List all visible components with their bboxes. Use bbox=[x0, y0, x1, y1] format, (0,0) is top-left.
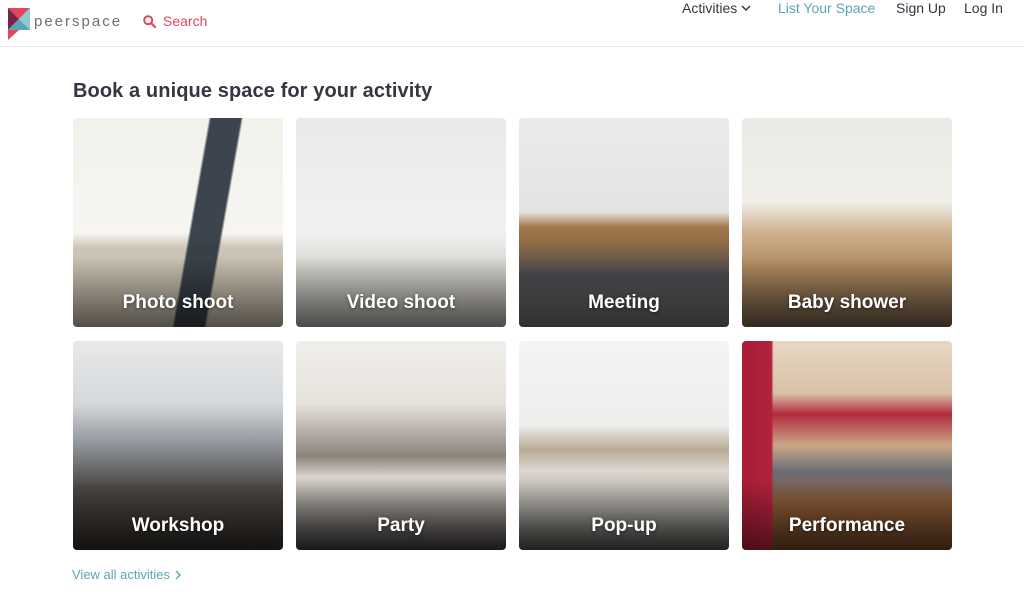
activity-label: Baby shower bbox=[787, 292, 907, 313]
top-navigation: peerspace Search Activities List Your Sp… bbox=[0, 0, 1024, 47]
activities-dropdown[interactable]: Activities bbox=[682, 0, 751, 16]
activity-card-video-shoot[interactable]: Video shoot bbox=[296, 118, 506, 327]
activities-label: Activities bbox=[682, 0, 738, 16]
activity-card-party[interactable]: Party bbox=[296, 341, 506, 550]
log-in-link[interactable]: Log In bbox=[964, 0, 1003, 16]
page-heading: Book a unique space for your activity bbox=[73, 80, 433, 102]
activity-card-pop-up[interactable]: Pop-up bbox=[519, 341, 729, 550]
activity-label: Pop-up bbox=[591, 515, 657, 536]
search-label: Search bbox=[163, 13, 208, 29]
activity-label: Workshop bbox=[131, 515, 225, 536]
activity-card-photo-shoot[interactable]: Photo shoot bbox=[73, 118, 283, 327]
activity-card-baby-shower[interactable]: Baby shower bbox=[742, 118, 952, 327]
view-all-label: View all activities bbox=[72, 567, 171, 582]
brand-name[interactable]: peerspace bbox=[34, 13, 122, 30]
activity-card-workshop[interactable]: Workshop bbox=[73, 341, 283, 550]
view-all-activities-link[interactable]: View all activities bbox=[72, 567, 182, 582]
chevron-right-icon bbox=[175, 570, 182, 579]
activity-label: Performance bbox=[788, 515, 906, 536]
activity-label: Meeting bbox=[588, 292, 660, 313]
activity-grid: Photo shoot Video shoot Meeting Baby sho… bbox=[73, 118, 952, 550]
activity-card-performance[interactable]: Performance bbox=[742, 341, 952, 550]
activity-label: Video shoot bbox=[346, 292, 456, 313]
peerspace-logo-icon[interactable] bbox=[8, 8, 30, 40]
search-button[interactable]: Search bbox=[143, 13, 207, 29]
chevron-down-icon bbox=[741, 5, 751, 12]
search-icon bbox=[143, 14, 156, 28]
sign-up-link[interactable]: Sign Up bbox=[896, 0, 946, 16]
activity-label: Photo shoot bbox=[122, 292, 234, 313]
activity-label: Party bbox=[377, 515, 425, 536]
list-your-space-link[interactable]: List Your Space bbox=[778, 0, 875, 16]
activity-card-meeting[interactable]: Meeting bbox=[519, 118, 729, 327]
